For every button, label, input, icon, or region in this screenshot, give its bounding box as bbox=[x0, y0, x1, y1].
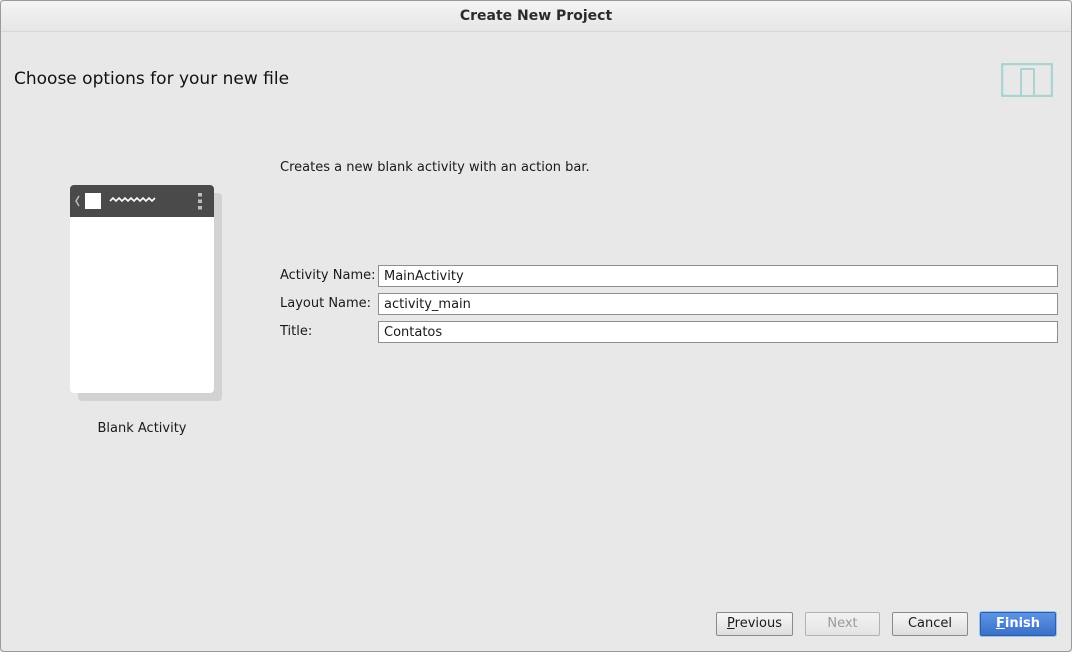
preview-screen bbox=[70, 185, 214, 393]
back-chevron-icon bbox=[75, 195, 80, 207]
previous-button[interactable]: Previous bbox=[716, 612, 793, 636]
window-title: Create New Project bbox=[1, 1, 1071, 32]
activity-preview[interactable] bbox=[70, 185, 222, 401]
finish-button[interactable]: Finish bbox=[980, 612, 1056, 636]
device-icon bbox=[1001, 63, 1053, 97]
finish-mnemonic: F bbox=[995, 616, 1005, 631]
layout-name-label: Layout Name: bbox=[280, 296, 372, 311]
overflow-menu-icon bbox=[198, 193, 202, 210]
template-description: Creates a new blank activity with an act… bbox=[280, 160, 590, 175]
layout-name-input[interactable] bbox=[378, 293, 1058, 315]
title-squiggle-icon bbox=[109, 196, 156, 203]
activity-name-input[interactable] bbox=[378, 265, 1058, 287]
create-project-dialog: Create New Project Choose options for yo… bbox=[0, 0, 1072, 652]
previous-label: revious bbox=[734, 616, 782, 631]
activity-name-row: Activity Name: bbox=[280, 265, 1060, 287]
title-label: Title: bbox=[280, 324, 313, 339]
finish-label: inish bbox=[1004, 616, 1041, 631]
app-icon bbox=[85, 193, 101, 209]
preview-caption: Blank Activity bbox=[97, 421, 187, 436]
preview-action-bar bbox=[70, 185, 214, 217]
next-button[interactable]: Next bbox=[805, 612, 880, 636]
cancel-button[interactable]: Cancel bbox=[892, 612, 968, 636]
page-heading: Choose options for your new file bbox=[14, 69, 290, 89]
title-row: Title: bbox=[280, 321, 1060, 343]
previous-mnemonic: P bbox=[727, 616, 735, 631]
layout-name-row: Layout Name: bbox=[280, 293, 1060, 315]
activity-name-label: Activity Name: bbox=[280, 268, 376, 283]
title-input[interactable] bbox=[378, 321, 1058, 343]
